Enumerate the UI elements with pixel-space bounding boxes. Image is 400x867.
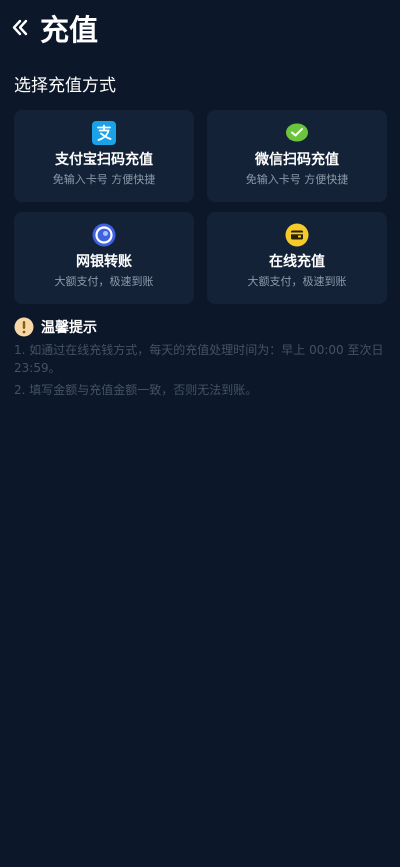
wechat-card[interactable]: 微信扫码充值 免输入卡号 方便快捷 (207, 110, 387, 202)
card-subtitle: 免输入卡号 方便快捷 (245, 173, 349, 186)
tips-list: 1. 如通过在线充钱方式，每天的充值处理时间为：早上 00:00 至次日 23:… (14, 341, 388, 403)
card-title: 微信扫码充值 (255, 152, 339, 168)
header: 充值 (0, 0, 400, 60)
card-subtitle: 大额支付，极速到账 (247, 275, 347, 288)
warning-icon (14, 317, 34, 337)
wallet-icon (285, 223, 309, 247)
bank-transfer-icon (92, 223, 116, 247)
section-title: 选择充值方式 (14, 76, 116, 96)
wechat-icon (286, 123, 308, 142)
bank-transfer-card[interactable]: 网银转账 大额支付，极速到账 (14, 212, 194, 304)
tip-item: 1. 如通过在线充钱方式，每天的充值处理时间为：早上 00:00 至次日 23:… (14, 343, 384, 375)
page-title: 充值 (40, 13, 99, 47)
card-subtitle: 大额支付，极速到账 (54, 275, 154, 288)
tip-item: 2. 填写金额与充值金额一致，否则无法到账。 (14, 383, 258, 397)
tips-header: 温馨提示 (14, 316, 97, 338)
online-recharge-card[interactable]: 在线充值 大额支付，极速到账 (207, 212, 387, 304)
payment-methods: 支付宝扫码充值 免输入卡号 方便快捷 微信扫码充值 免输入卡号 方便快捷 网银转… (14, 110, 387, 304)
tips-title: 温馨提示 (41, 320, 97, 336)
card-subtitle: 免输入卡号 方便快捷 (52, 173, 156, 186)
alipay-icon (92, 121, 116, 145)
card-title: 支付宝扫码充值 (55, 152, 153, 168)
alipay-card[interactable]: 支付宝扫码充值 免输入卡号 方便快捷 (14, 110, 194, 202)
card-title: 网银转账 (76, 254, 132, 270)
chevron-left-icon[interactable] (10, 16, 32, 42)
card-title: 在线充值 (269, 254, 325, 270)
